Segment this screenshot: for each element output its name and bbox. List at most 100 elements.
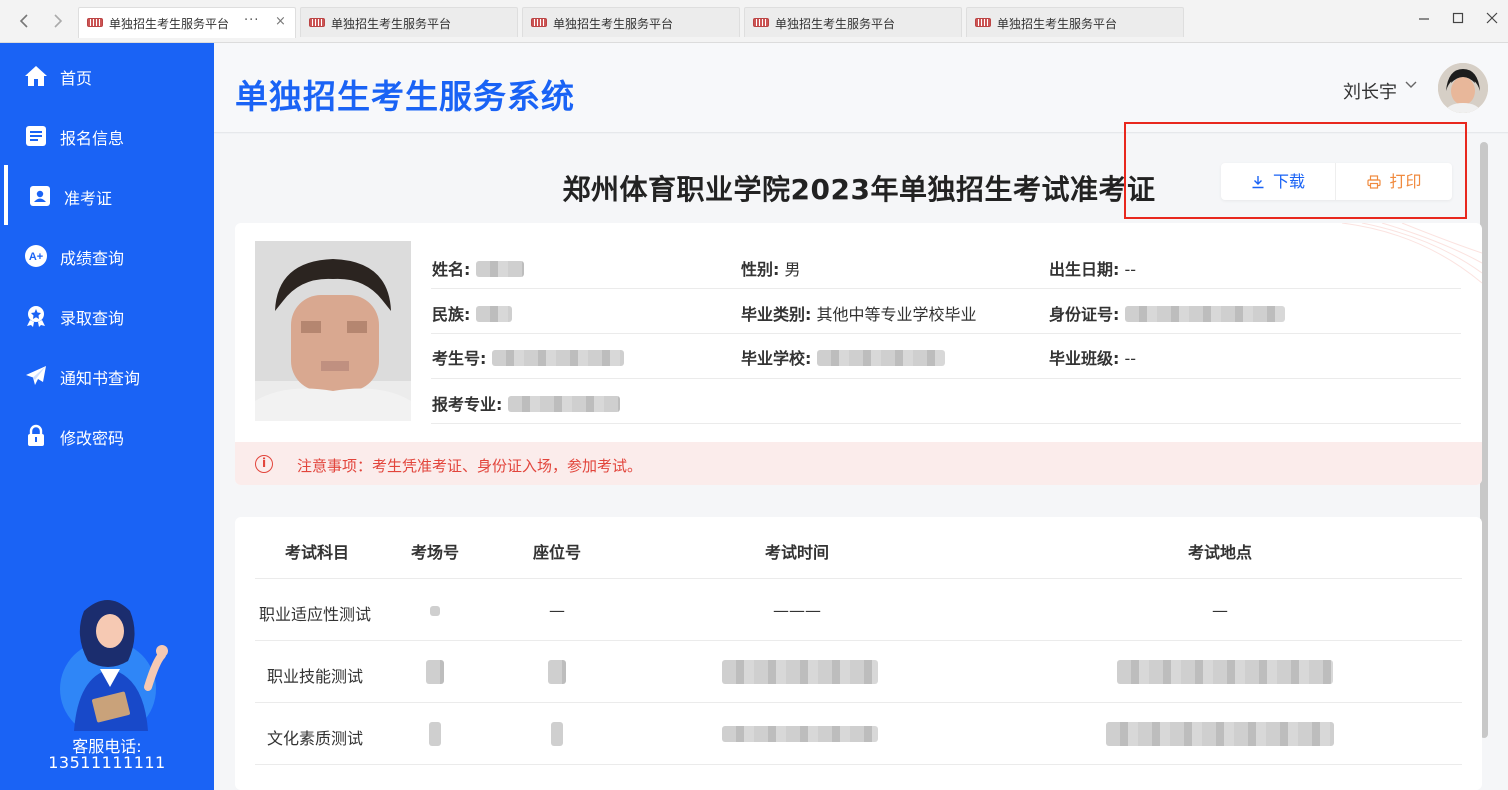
notice-banner: i 注意事项：考生凭准考证、身份证入场，参加考试。	[235, 442, 1482, 485]
redacted-value	[475, 261, 524, 277]
sidebar-item-scores[interactable]: A+ 成绩查询	[0, 225, 214, 285]
column-header: 考试科目	[284, 543, 349, 562]
tab-title: 单独招生考生服务平台	[331, 17, 452, 31]
annotation-highlight-box	[1124, 122, 1467, 219]
svg-text:A+: A+	[29, 251, 43, 263]
sidebar-item-home[interactable]: 首页	[0, 45, 214, 105]
sidebar-item-label: 录取查询	[60, 309, 125, 328]
sidebar-item-change-password[interactable]: 修改密码	[0, 405, 214, 465]
cell-place-redacted	[1115, 660, 1335, 686]
tab-more-button[interactable]: ···	[244, 13, 259, 28]
cell-time: ———	[773, 601, 821, 620]
tab-title: 单独招生考生服务平台	[553, 17, 674, 31]
redacted-value	[475, 306, 512, 322]
row-divider	[431, 333, 1461, 334]
site-favicon-icon	[309, 18, 325, 27]
row-divider	[431, 423, 1461, 424]
grade-icon: A+	[25, 245, 47, 267]
field-value: --	[1124, 349, 1137, 368]
field-label: 报考专业:	[432, 395, 503, 414]
field-major: 报考专业:	[432, 391, 620, 415]
cell-subject: 职业适应性测试	[258, 605, 371, 624]
tab-close-button[interactable]: ×	[275, 14, 286, 29]
field-gender: 性别: 男	[741, 256, 801, 280]
field-value: 其他中等专业学校毕业	[816, 305, 977, 324]
sidebar-item-notice-letter[interactable]: 通知书查询	[0, 345, 214, 405]
field-id-number: 身份证号:	[1049, 301, 1285, 325]
field-name: 姓名:	[432, 256, 524, 280]
candidate-photo	[255, 241, 411, 421]
chevron-left-icon	[19, 14, 28, 28]
info-circle-icon: i	[255, 455, 273, 473]
user-menu-trigger[interactable]: 刘长宇	[1343, 78, 1397, 104]
customer-service-illustration	[60, 600, 168, 731]
browser-tab[interactable]: 单独招生考生服务平台	[300, 7, 518, 37]
row-divider	[255, 764, 1462, 765]
sidebar-item-label: 准考证	[64, 189, 113, 208]
field-label: 身份证号:	[1049, 305, 1120, 324]
column-header: 座位号	[532, 543, 581, 562]
sidebar-item-label: 报名信息	[60, 129, 125, 148]
cell-room-redacted	[428, 722, 442, 748]
row-divider	[431, 288, 1461, 289]
sidebar-item-admission-results[interactable]: 录取查询	[0, 285, 214, 345]
browser-tab[interactable]: 单独招生考生服务平台	[744, 7, 962, 37]
forward-button[interactable]	[46, 10, 68, 32]
cell-room-redacted	[425, 660, 445, 686]
minimize-icon	[1419, 18, 1429, 20]
sidebar-item-registration[interactable]: 报名信息	[0, 105, 214, 165]
site-favicon-icon	[87, 18, 103, 27]
close-icon	[1486, 12, 1498, 24]
column-header: 考试地点	[1187, 543, 1252, 562]
field-exam-number: 考生号:	[432, 345, 624, 369]
main-content: 郑州体育职业学院2023年单独招生考试准考证 下载 打印 姓名: 性别: 男 出…	[214, 122, 1508, 790]
field-label: 姓名:	[432, 260, 471, 279]
decorative-waves	[1341, 223, 1482, 284]
candidate-info-card: 姓名: 性别: 男 出生日期: -- 民族: 毕业类别: 其他中等专业学校毕业 …	[235, 223, 1482, 485]
site-favicon-icon	[975, 18, 991, 27]
field-value: 男	[784, 260, 801, 279]
field-label: 毕业学校:	[741, 349, 812, 368]
browser-tab[interactable]: 单独招生考生服务平台	[966, 7, 1184, 37]
maximize-icon	[1452, 12, 1464, 24]
site-favicon-icon	[753, 18, 769, 27]
row-divider	[255, 578, 1462, 579]
top-header: 单独招生考生服务系统 刘长宇	[214, 43, 1508, 133]
redacted-value	[816, 350, 945, 366]
cell-time-redacted	[720, 660, 880, 686]
id-card-icon	[30, 186, 50, 206]
row-divider	[255, 640, 1462, 641]
column-header: 考试时间	[764, 543, 829, 562]
field-graduation-type: 毕业类别: 其他中等专业学校毕业	[741, 301, 977, 325]
sidebar-item-admission-ticket[interactable]: 准考证	[0, 165, 214, 225]
column-header: 考场号	[410, 543, 459, 562]
browser-tab-active[interactable]: 单独招生考生服务平台 ··· ×	[78, 7, 296, 38]
cell-seat-redacted	[550, 722, 564, 748]
field-school: 毕业学校:	[741, 345, 945, 369]
back-button[interactable]	[14, 10, 36, 32]
maximize-button[interactable]	[1448, 11, 1468, 29]
cell-subject: 文化素质测试	[266, 729, 363, 748]
cell-time-redacted	[720, 725, 880, 744]
tab-title: 单独招生考生服务平台	[997, 17, 1118, 31]
sidebar: 首页 报名信息 准考证 A+ 成绩查询 录取查询 通知书查询 修改密码 客服电话…	[0, 43, 214, 790]
cell-seat: —	[549, 601, 565, 620]
cell-room-redacted	[428, 599, 442, 618]
chevron-down-icon[interactable]	[1404, 77, 1418, 95]
browser-chrome: 单独招生考生服务平台 ··· × 单独招生考生服务平台 单独招生考生服务平台 单…	[0, 0, 1508, 43]
row-divider	[431, 378, 1461, 379]
field-label: 毕业类别:	[741, 305, 812, 324]
award-icon	[27, 306, 45, 327]
minimize-button[interactable]	[1414, 11, 1434, 29]
avatar[interactable]	[1438, 63, 1488, 113]
window-close-button[interactable]	[1482, 11, 1502, 29]
field-label: 出生日期:	[1049, 260, 1120, 279]
field-value: --	[1124, 260, 1137, 279]
active-indicator	[4, 165, 8, 225]
browser-tab[interactable]: 单独招生考生服务平台	[522, 7, 740, 37]
field-class: 毕业班级: --	[1049, 345, 1136, 369]
sidebar-item-label: 首页	[60, 69, 93, 88]
chevron-right-icon	[54, 14, 63, 28]
tab-title: 单独招生考生服务平台	[775, 17, 896, 31]
field-ethnicity: 民族:	[432, 301, 512, 325]
